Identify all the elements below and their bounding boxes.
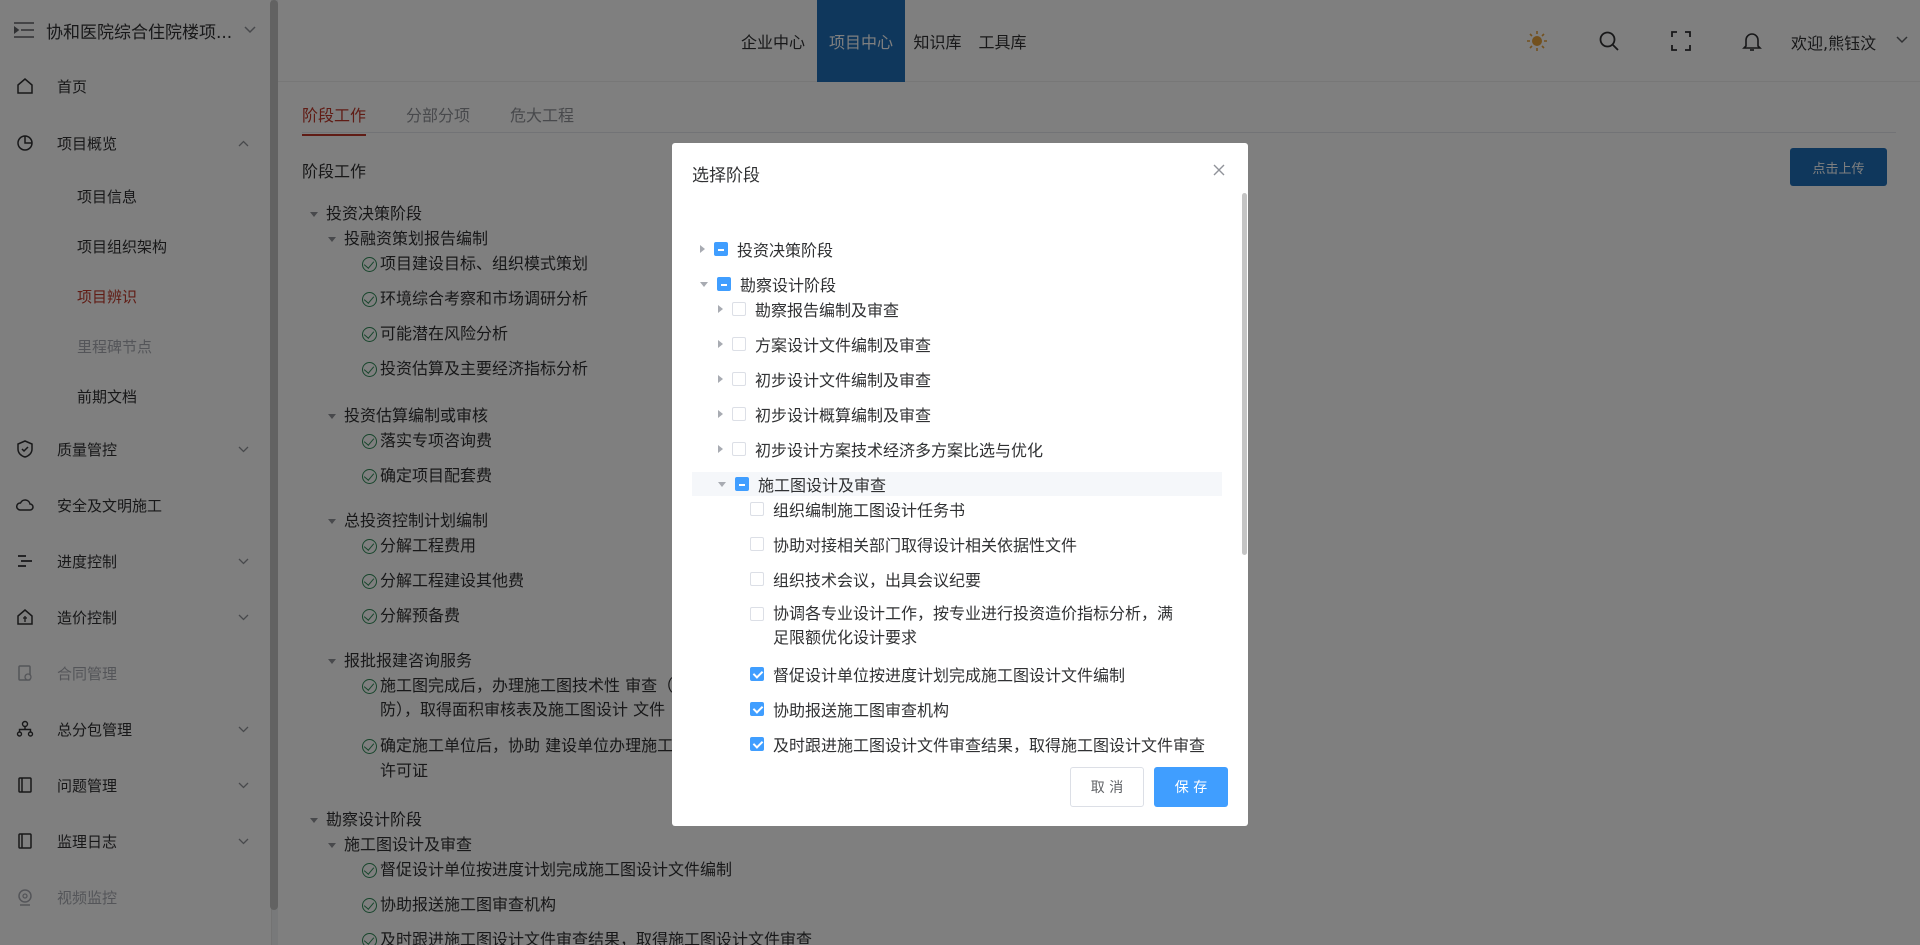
node-label: 方案设计文件编制及审查 — [755, 336, 932, 355]
stage-leaf[interactable]: 协调各专业设计工作，按专业进行投资造价指标分析，满足限额优化设计要求 — [736, 602, 1176, 650]
node-checkbox[interactable] — [735, 477, 749, 491]
node-label: 勘察报告编制及审查 — [755, 301, 900, 320]
node-label: 组织编制施工图设计任务书 — [773, 501, 966, 520]
node-label: 初步设计概算编制及审查 — [755, 406, 932, 425]
stage-node[interactable]: 初步设计概算编制及审查 — [718, 402, 931, 426]
expand-arrow-icon[interactable] — [700, 245, 705, 253]
node-label: 协助报送施工图审查机构 — [773, 701, 950, 720]
stage-node[interactable]: 初步设计方案技术经济多方案比选与优化 — [718, 437, 1043, 461]
stage-leaf[interactable]: 组织编制施工图设计任务书 — [736, 497, 965, 521]
close-icon[interactable] — [1212, 163, 1226, 177]
node-checkbox[interactable] — [732, 302, 746, 316]
expand-arrow-icon[interactable] — [718, 305, 723, 313]
expand-arrow-icon[interactable] — [718, 410, 723, 418]
stage-leaf[interactable]: 组织技术会议，出具会议纪要 — [736, 567, 981, 591]
dialog-title: 选择阶段 — [692, 166, 760, 186]
save-button[interactable]: 保 存 — [1154, 767, 1228, 807]
node-checkbox[interactable] — [750, 667, 764, 681]
node-checkbox[interactable] — [732, 407, 746, 421]
node-label: 投资决策阶段 — [737, 241, 834, 260]
stage-leaf[interactable]: 督促设计单位按进度计划完成施工图设计文件编制 — [736, 662, 1125, 686]
node-checkbox[interactable] — [750, 702, 764, 716]
node-label: 施工图设计及审查 — [758, 476, 887, 495]
node-checkbox[interactable] — [732, 442, 746, 456]
stage-node[interactable]: 方案设计文件编制及审查 — [718, 332, 931, 356]
node-label: 勘察设计阶段 — [740, 276, 837, 295]
stage-leaf[interactable]: 协助对接相关部门取得设计相关依据性文件 — [736, 532, 1077, 556]
stage-node-construction-drawing[interactable]: 施工图设计及审查 — [692, 472, 1222, 496]
node-checkbox[interactable] — [714, 242, 728, 256]
node-label: 初步设计方案技术经济多方案比选与优化 — [755, 441, 1044, 460]
node-checkbox[interactable] — [750, 572, 764, 586]
stage-node-survey-design[interactable]: 勘察设计阶段 — [700, 272, 836, 296]
dialog-scrollbar[interactable] — [1242, 193, 1247, 555]
stage-leaf[interactable]: 协助报送施工图审查机构 — [736, 697, 949, 721]
collapse-arrow-icon[interactable] — [718, 481, 726, 487]
expand-arrow-icon[interactable] — [718, 445, 723, 453]
expand-arrow-icon[interactable] — [718, 375, 723, 383]
node-checkbox[interactable] — [732, 337, 746, 351]
node-label: 及时跟进施工图设计文件审查结果，取得施工图设计文件审查 — [773, 736, 1206, 755]
select-stage-dialog: 选择阶段 投资决策阶段 勘察设计阶段 勘察报告编制及审查 方案设计文件编制及审查… — [672, 143, 1248, 826]
node-checkbox[interactable] — [717, 277, 731, 291]
collapse-arrow-icon[interactable] — [700, 281, 708, 287]
node-label: 初步设计文件编制及审查 — [755, 371, 932, 390]
expand-arrow-icon[interactable] — [718, 340, 723, 348]
stage-node[interactable]: 初步设计文件编制及审查 — [718, 367, 931, 391]
node-label: 协调各专业设计工作，按专业进行投资造价指标分析，满足限额优化设计要求 — [773, 604, 1174, 647]
stage-node[interactable]: 勘察报告编制及审查 — [718, 297, 899, 321]
node-label: 组织技术会议，出具会议纪要 — [773, 571, 982, 590]
stage-node-investment[interactable]: 投资决策阶段 — [700, 237, 833, 261]
node-label: 协助对接相关部门取得设计相关依据性文件 — [773, 536, 1078, 555]
node-checkbox[interactable] — [732, 372, 746, 386]
node-label: 督促设计单位按进度计划完成施工图设计文件编制 — [773, 666, 1126, 685]
node-checkbox[interactable] — [750, 737, 764, 751]
node-checkbox[interactable] — [750, 607, 764, 621]
cancel-button[interactable]: 取 消 — [1070, 767, 1144, 807]
stage-leaf[interactable]: 及时跟进施工图设计文件审查结果，取得施工图设计文件审查 — [736, 732, 1205, 756]
node-checkbox[interactable] — [750, 502, 764, 516]
node-checkbox[interactable] — [750, 537, 764, 551]
